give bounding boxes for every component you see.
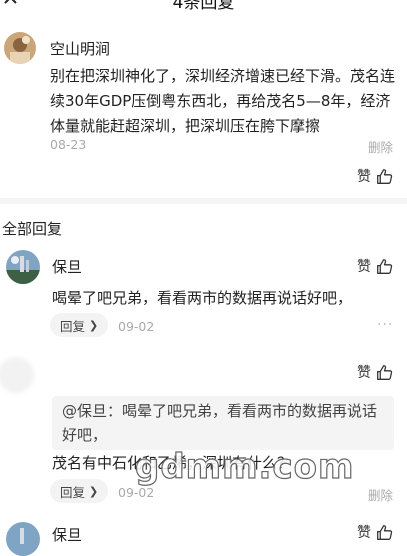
like-button[interactable]: 赞	[357, 256, 393, 276]
comment-author[interactable]: 空山明涧	[50, 38, 110, 59]
thumbs-up-icon	[377, 364, 393, 380]
more-icon[interactable]: ···	[377, 317, 393, 333]
comment-date: 08-23	[50, 137, 87, 152]
reply-author[interactable]: 保旦	[52, 256, 82, 277]
comment-text: 别在把深圳神化了，深圳经济增速已经下滑。茂名连续30年GDP压倒粤东西北，再给茂…	[50, 67, 396, 135]
reply-button[interactable]: 回复 ❯	[50, 313, 109, 337]
section-title: 全部回复	[2, 220, 63, 238]
reply-author[interactable]: 保旦	[52, 524, 82, 545]
reply-label: 回复	[60, 484, 86, 500]
reply-text: 喝晕了吧兄弟，看看两市的数据再说话好吧，	[52, 289, 353, 307]
reply-button[interactable]: 回复 ❯	[50, 479, 109, 503]
like-button[interactable]: 赞	[357, 166, 393, 186]
thumbs-up-icon	[377, 258, 393, 274]
avatar[interactable]	[6, 522, 40, 556]
thumbs-up-icon	[377, 524, 393, 540]
section-divider	[0, 198, 407, 204]
like-label: 赞	[357, 169, 371, 185]
quoted-reply: @保旦：喝晕了吧兄弟，看看两市的数据再说话好吧，	[52, 396, 394, 450]
like-button[interactable]: 赞	[357, 362, 393, 382]
reply-date: 09-02	[118, 485, 155, 500]
avatar[interactable]	[4, 32, 36, 64]
chevron-right-icon: ❯	[89, 318, 99, 332]
reply-label: 回复	[60, 318, 86, 334]
chevron-right-icon: ❯	[89, 484, 99, 498]
like-label: 赞	[357, 259, 371, 275]
delete-button[interactable]: 删除	[368, 485, 393, 504]
reply-date: 09-02	[118, 319, 155, 334]
like-button[interactable]: 赞	[357, 522, 393, 542]
watermark: gdmm.com	[134, 446, 355, 487]
delete-button[interactable]: 删除	[368, 137, 393, 156]
avatar[interactable]	[0, 357, 34, 393]
avatar[interactable]	[6, 250, 40, 284]
like-label: 赞	[357, 525, 371, 541]
like-label: 赞	[357, 365, 371, 381]
thumbs-up-icon	[377, 168, 393, 184]
page-title: 4条回复	[172, 0, 235, 13]
